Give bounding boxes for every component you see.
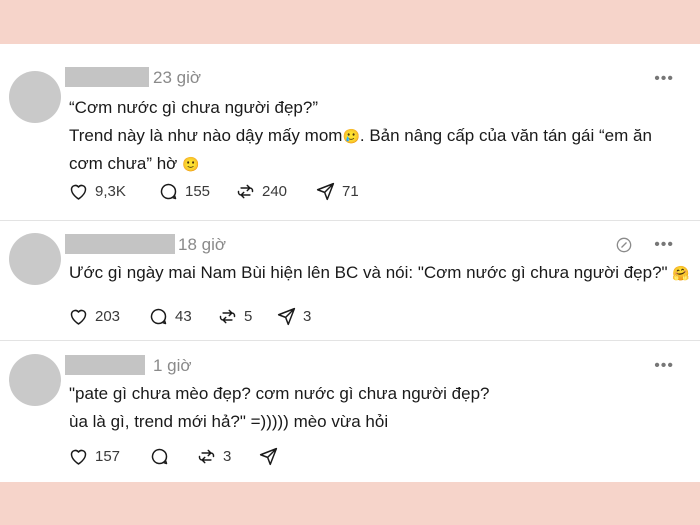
reply-button[interactable]: 155: [158, 180, 210, 202]
edited-icon[interactable]: [614, 235, 634, 255]
post-text-line: cơm chưa” hờ 🙂: [69, 154, 200, 173]
more-icon[interactable]: •••: [654, 357, 674, 375]
heart-icon: [70, 309, 87, 325]
post-text-line: “Cơm nước gì chưa người đẹp?”: [69, 98, 319, 117]
send-icon: [316, 182, 335, 200]
avatar[interactable]: [9, 233, 61, 285]
emoji: 🥲: [342, 128, 360, 144]
comment-icon: [151, 448, 168, 464]
more-icon[interactable]: •••: [654, 236, 674, 254]
like-button[interactable]: 9,3K: [68, 180, 126, 202]
like-count: 9,3K: [95, 182, 126, 200]
like-count: 203: [95, 307, 121, 325]
post-1[interactable]: 23 giờ ••• “Cơm nước gì chưa người đẹp?”…: [0, 44, 700, 220]
post-text: "pate gì chưa mèo đẹp? cơm nước gì chưa …: [69, 380, 490, 436]
post-text-line: "pate gì chưa mèo đẹp? cơm nước gì chưa …: [69, 384, 490, 403]
reply-count: 43: [175, 307, 192, 325]
post-2[interactable]: 18 giờ ••• Ước gì ngày mai Nam Bùi hiện …: [0, 221, 700, 340]
avatar[interactable]: [9, 354, 61, 406]
share-button[interactable]: 3: [276, 305, 311, 327]
post-time: 23 giờ: [153, 68, 202, 87]
more-icon[interactable]: •••: [654, 70, 674, 88]
comment-icon: [160, 183, 177, 199]
repost-icon: [219, 309, 236, 323]
repost-icon: [198, 449, 215, 463]
emoji: 🙂: [182, 156, 200, 172]
reply-count: 155: [185, 182, 211, 200]
like-button[interactable]: 157: [68, 445, 120, 467]
redacted-username[interactable]: [65, 234, 175, 254]
repost-icon: [237, 184, 254, 198]
redacted-username[interactable]: [65, 355, 145, 375]
comment-icon: [150, 308, 167, 324]
post-time: 1 giờ: [153, 356, 192, 375]
emoji: 🤗: [672, 265, 690, 281]
heart-icon: [70, 449, 87, 465]
reply-button[interactable]: [149, 445, 170, 467]
redacted-username[interactable]: [65, 67, 149, 87]
threads-feed: 23 giờ ••• “Cơm nước gì chưa người đẹp?”…: [0, 44, 700, 482]
post-text: Ước gì ngày mai Nam Bùi hiện lên BC và n…: [69, 259, 690, 287]
repost-button[interactable]: 240: [235, 180, 287, 202]
post-text-line: Trend này là như nào dậy mấy mom🥲. Bản n…: [69, 126, 652, 145]
send-icon: [277, 307, 296, 325]
repost-button[interactable]: 3: [196, 445, 231, 467]
post-3[interactable]: 1 giờ ••• "pate gì chưa mèo đẹp? cơm nướ…: [0, 341, 700, 482]
share-button[interactable]: 71: [315, 180, 359, 202]
share-button[interactable]: [258, 445, 279, 467]
repost-count: 3: [223, 447, 232, 465]
reply-button[interactable]: 43: [148, 305, 192, 327]
post-text-line: ùa là gì, trend mới hả?" =))))) mèo vừa …: [69, 412, 389, 431]
like-button[interactable]: 203: [68, 305, 120, 327]
repost-count: 240: [262, 182, 288, 200]
share-count: 3: [303, 307, 312, 325]
post-text-line: Ước gì ngày mai Nam Bùi hiện lên BC và n…: [69, 263, 690, 282]
heart-icon: [70, 184, 87, 200]
repost-button[interactable]: 5: [217, 305, 252, 327]
avatar[interactable]: [9, 71, 61, 123]
post-time: 18 giờ: [178, 235, 227, 254]
like-count: 157: [95, 447, 121, 465]
share-count: 71: [342, 182, 359, 200]
send-icon: [259, 447, 278, 465]
repost-count: 5: [244, 307, 253, 325]
post-text: “Cơm nước gì chưa người đẹp?” Trend này …: [69, 94, 652, 178]
